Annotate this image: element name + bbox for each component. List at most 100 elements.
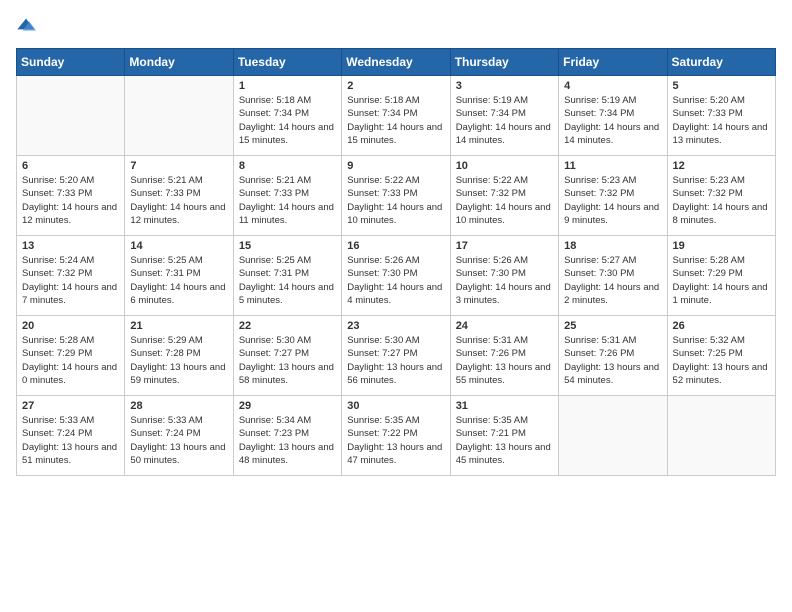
day-number: 30 [347,400,444,412]
day-number: 14 [130,240,227,252]
logo-icon [16,16,36,36]
day-info: Sunrise: 5:25 AM Sunset: 7:31 PM Dayligh… [130,254,227,307]
calendar-cell [559,396,667,476]
weekday-header-saturday: Saturday [667,49,775,76]
day-number: 28 [130,400,227,412]
calendar-cell: 28 Sunrise: 5:33 AM Sunset: 7:24 PM Dayli… [125,396,233,476]
day-info: Sunrise: 5:23 AM Sunset: 7:32 PM Dayligh… [673,174,770,227]
calendar-cell: 9 Sunrise: 5:22 AM Sunset: 7:33 PM Daylig… [342,156,450,236]
calendar-cell [125,76,233,156]
day-info: Sunrise: 5:22 AM Sunset: 7:33 PM Dayligh… [347,174,444,227]
day-info: Sunrise: 5:35 AM Sunset: 7:21 PM Dayligh… [456,414,553,467]
calendar-cell: 21 Sunrise: 5:29 AM Sunset: 7:28 PM Dayli… [125,316,233,396]
day-number: 11 [564,160,661,172]
day-number: 12 [673,160,770,172]
weekday-header-sunday: Sunday [17,49,125,76]
day-number: 16 [347,240,444,252]
calendar-cell: 2 Sunrise: 5:18 AM Sunset: 7:34 PM Daylig… [342,76,450,156]
calendar-cell: 26 Sunrise: 5:32 AM Sunset: 7:25 PM Dayli… [667,316,775,396]
calendar-cell: 5Sunrise: 5:20 AM Sunset: 7:33 PM Daylig… [667,76,775,156]
day-info: Sunrise: 5:19 AM Sunset: 7:34 PM Dayligh… [456,94,553,147]
day-number: 25 [564,320,661,332]
calendar-week-1: 1 Sunrise: 5:18 AM Sunset: 7:34 PM Daylig… [17,76,776,156]
weekday-header-thursday: Thursday [450,49,558,76]
calendar-cell: 24 Sunrise: 5:31 AM Sunset: 7:26 PM Dayli… [450,316,558,396]
calendar-cell: 29 Sunrise: 5:34 AM Sunset: 7:23 PM Dayli… [233,396,341,476]
calendar-cell: 27 Sunrise: 5:33 AM Sunset: 7:24 PM Dayli… [17,396,125,476]
day-number: 2 [347,80,444,92]
day-number: 10 [456,160,553,172]
day-info: Sunrise: 5:30 AM Sunset: 7:27 PM Dayligh… [239,334,336,387]
calendar-cell: 20Sunrise: 5:28 AM Sunset: 7:29 PM Dayli… [17,316,125,396]
day-number: 13 [22,240,119,252]
day-number: 31 [456,400,553,412]
calendar-cell: 8 Sunrise: 5:21 AM Sunset: 7:33 PM Daylig… [233,156,341,236]
day-info: Sunrise: 5:20 AM Sunset: 7:33 PM Dayligh… [22,174,119,227]
day-info: Sunrise: 5:23 AM Sunset: 7:32 PM Dayligh… [564,174,661,227]
weekday-header-row: SundayMondayTuesdayWednesdayThursdayFrid… [17,49,776,76]
calendar-cell: 12 Sunrise: 5:23 AM Sunset: 7:32 PM Dayli… [667,156,775,236]
day-info: Sunrise: 5:29 AM Sunset: 7:28 PM Dayligh… [130,334,227,387]
calendar-table: SundayMondayTuesdayWednesdayThursdayFrid… [16,48,776,476]
day-info: Sunrise: 5:27 AM Sunset: 7:30 PM Dayligh… [564,254,661,307]
day-info: Sunrise: 5:21 AM Sunset: 7:33 PM Dayligh… [239,174,336,227]
day-number: 4 [564,80,661,92]
day-number: 27 [22,400,119,412]
day-info: Sunrise: 5:31 AM Sunset: 7:26 PM Dayligh… [456,334,553,387]
day-number: 3 [456,80,553,92]
calendar-cell: 14 Sunrise: 5:25 AM Sunset: 7:31 PM Dayli… [125,236,233,316]
calendar-cell [17,76,125,156]
day-info: Sunrise: 5:35 AM Sunset: 7:22 PM Dayligh… [347,414,444,467]
calendar-week-3: 13 Sunrise: 5:24 AM Sunset: 7:32 PM Dayli… [17,236,776,316]
day-info: Sunrise: 5:26 AM Sunset: 7:30 PM Dayligh… [456,254,553,307]
calendar-cell: 13 Sunrise: 5:24 AM Sunset: 7:32 PM Dayli… [17,236,125,316]
calendar-cell: 6 Sunrise: 5:20 AM Sunset: 7:33 PM Daylig… [17,156,125,236]
calendar-cell: 18 Sunrise: 5:27 AM Sunset: 7:30 PM Dayli… [559,236,667,316]
day-info: Sunrise: 5:18 AM Sunset: 7:34 PM Dayligh… [347,94,444,147]
calendar-week-2: 6 Sunrise: 5:20 AM Sunset: 7:33 PM Daylig… [17,156,776,236]
calendar-cell: 25Sunrise: 5:31 AM Sunset: 7:26 PM Dayli… [559,316,667,396]
day-info: Sunrise: 5:26 AM Sunset: 7:30 PM Dayligh… [347,254,444,307]
calendar-cell: 30 Sunrise: 5:35 AM Sunset: 7:22 PM Dayli… [342,396,450,476]
weekday-header-monday: Monday [125,49,233,76]
day-number: 8 [239,160,336,172]
day-number: 29 [239,400,336,412]
calendar-cell: 10 Sunrise: 5:22 AM Sunset: 7:32 PM Dayli… [450,156,558,236]
day-info: Sunrise: 5:25 AM Sunset: 7:31 PM Dayligh… [239,254,336,307]
calendar-cell: 7Sunrise: 5:21 AM Sunset: 7:33 PM Daylig… [125,156,233,236]
logo [16,16,40,36]
calendar-cell: 23Sunrise: 5:30 AM Sunset: 7:27 PM Dayli… [342,316,450,396]
day-info: Sunrise: 5:19 AM Sunset: 7:34 PM Dayligh… [564,94,661,147]
calendar-cell: 19Sunrise: 5:28 AM Sunset: 7:29 PM Dayli… [667,236,775,316]
day-info: Sunrise: 5:33 AM Sunset: 7:24 PM Dayligh… [130,414,227,467]
calendar-week-4: 20Sunrise: 5:28 AM Sunset: 7:29 PM Dayli… [17,316,776,396]
day-number: 9 [347,160,444,172]
calendar-cell: 1 Sunrise: 5:18 AM Sunset: 7:34 PM Daylig… [233,76,341,156]
day-number: 24 [456,320,553,332]
day-number: 1 [239,80,336,92]
day-info: Sunrise: 5:18 AM Sunset: 7:34 PM Dayligh… [239,94,336,147]
weekday-header-friday: Friday [559,49,667,76]
day-number: 6 [22,160,119,172]
day-number: 21 [130,320,227,332]
day-info: Sunrise: 5:33 AM Sunset: 7:24 PM Dayligh… [22,414,119,467]
calendar-cell: 16 Sunrise: 5:26 AM Sunset: 7:30 PM Dayli… [342,236,450,316]
day-info: Sunrise: 5:21 AM Sunset: 7:33 PM Dayligh… [130,174,227,227]
day-info: Sunrise: 5:24 AM Sunset: 7:32 PM Dayligh… [22,254,119,307]
day-info: Sunrise: 5:34 AM Sunset: 7:23 PM Dayligh… [239,414,336,467]
day-number: 20 [22,320,119,332]
day-info: Sunrise: 5:22 AM Sunset: 7:32 PM Dayligh… [456,174,553,227]
calendar-cell: 15Sunrise: 5:25 AM Sunset: 7:31 PM Dayli… [233,236,341,316]
page-header [16,16,776,36]
weekday-header-tuesday: Tuesday [233,49,341,76]
calendar-cell [667,396,775,476]
calendar-cell: 31 Sunrise: 5:35 AM Sunset: 7:21 PM Dayli… [450,396,558,476]
day-number: 18 [564,240,661,252]
calendar-cell: 4 Sunrise: 5:19 AM Sunset: 7:34 PM Daylig… [559,76,667,156]
calendar-cell: 11 Sunrise: 5:23 AM Sunset: 7:32 PM Dayli… [559,156,667,236]
day-number: 17 [456,240,553,252]
day-info: Sunrise: 5:28 AM Sunset: 7:29 PM Dayligh… [673,254,770,307]
calendar-cell: 22Sunrise: 5:30 AM Sunset: 7:27 PM Dayli… [233,316,341,396]
day-info: Sunrise: 5:32 AM Sunset: 7:25 PM Dayligh… [673,334,770,387]
day-number: 26 [673,320,770,332]
